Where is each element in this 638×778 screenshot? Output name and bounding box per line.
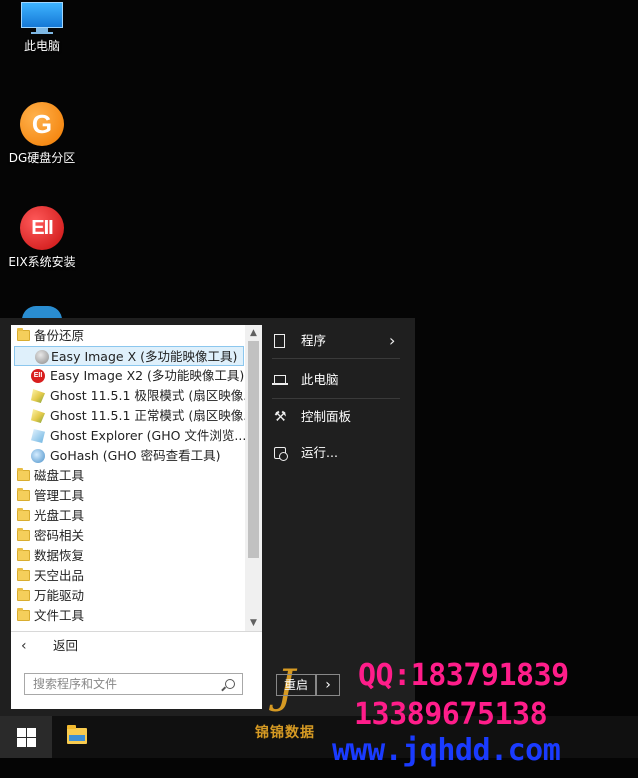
desktop-icon-dg[interactable]: G DG硬盘分区	[2, 102, 82, 166]
folder-icon	[17, 568, 30, 581]
file-explorer-button[interactable]	[60, 716, 96, 758]
ghost-icon	[31, 409, 45, 423]
eii-icon: EII	[31, 369, 45, 383]
laptop-icon	[272, 375, 288, 385]
restart-options-button[interactable]: ›	[316, 674, 340, 696]
folder-password[interactable]: 密码相关	[11, 526, 245, 546]
folder-drivers[interactable]: 万能驱动	[11, 586, 245, 606]
folder-icon	[17, 588, 30, 601]
folder-icon	[17, 608, 30, 621]
watermark-phone: 13389675138	[354, 697, 548, 732]
gohash-icon	[31, 449, 45, 463]
folder-icon	[17, 548, 30, 561]
chevron-right-icon: ›	[389, 331, 396, 350]
start-menu: 备份还原 Easy Image X (多功能映像工具) EII Easy Ima…	[0, 318, 415, 716]
folder-backup-restore[interactable]: 备份还原	[11, 326, 245, 346]
dg-icon: G	[20, 102, 64, 146]
watermark-qq: QQ:183791839	[358, 658, 569, 693]
desktop-icon-this-pc[interactable]: 此电脑	[2, 2, 82, 54]
scroll-thumb[interactable]	[248, 341, 259, 558]
folder-icon	[17, 508, 30, 521]
folder-icon	[17, 468, 30, 481]
separator	[272, 358, 400, 359]
desktop-icon-eix[interactable]: EII EIX系统安装	[2, 206, 82, 270]
scroll-up-icon[interactable]: ▲	[245, 325, 262, 341]
run-button[interactable]: 运行...	[262, 441, 402, 465]
list-item-easy-image-x2[interactable]: EII Easy Image X2 (多功能映像工具)	[11, 366, 245, 386]
list-item-ghost-explorer[interactable]: Ghost Explorer (GHO 文件浏览...	[11, 426, 245, 446]
folder-disc-tools[interactable]: 光盘工具	[11, 506, 245, 526]
folder-admin-tools[interactable]: 管理工具	[11, 486, 245, 506]
start-right-panel: 程序 › 此电脑 ⚒ 控制面板 运行...	[262, 318, 415, 716]
programs-button[interactable]: 程序 ›	[262, 329, 402, 353]
back-button[interactable]: ‹ 返回	[11, 635, 262, 657]
separator	[272, 398, 400, 399]
windows-logo-icon	[17, 728, 36, 747]
ghost-icon	[31, 389, 45, 403]
ghost-explorer-icon	[31, 429, 45, 443]
divider	[11, 631, 262, 632]
desktop-icon-label: DG硬盘分区	[8, 151, 76, 165]
search-icon[interactable]	[225, 679, 235, 689]
scrollbar[interactable]: ▲ ▼	[245, 325, 262, 631]
folder-file-tools[interactable]: 文件工具	[11, 606, 245, 626]
wrench-icon: ⚒	[274, 409, 287, 425]
list-item-ghost-normal[interactable]: Ghost 11.5.1 正常模式 (扇区映像...	[11, 406, 245, 426]
back-label: 返回	[53, 638, 79, 653]
list-item-gohash[interactable]: GoHash (GHO 密码查看工具)	[11, 446, 245, 466]
document-icon	[274, 334, 285, 348]
start-button[interactable]	[0, 716, 52, 758]
run-icon	[274, 447, 288, 461]
this-pc-button[interactable]: 此电脑	[262, 368, 402, 392]
folder-open-icon	[17, 328, 30, 341]
folder-icon	[17, 528, 30, 541]
eix-icon: EII	[20, 206, 64, 250]
easy-image-icon	[35, 350, 49, 364]
back-arrow-icon: ‹	[21, 638, 27, 654]
list-item-ghost-extreme[interactable]: Ghost 11.5.1 极限模式 (扇区映像...	[11, 386, 245, 406]
folder-data-recovery[interactable]: 数据恢复	[11, 546, 245, 566]
scroll-down-icon[interactable]: ▼	[245, 615, 262, 631]
folder-tiankong[interactable]: 天空出品	[11, 566, 245, 586]
desktop-icon-label: 此电脑	[23, 39, 60, 53]
program-tree: 备份还原 Easy Image X (多功能映像工具) EII Easy Ima…	[11, 325, 245, 631]
computer-icon	[21, 2, 63, 34]
watermark-url: www.jqhdd.com	[332, 733, 561, 768]
watermark-brand: 锦锦数据	[255, 725, 315, 741]
restart-button[interactable]: 重启	[276, 674, 316, 696]
programs-panel: 备份还原 Easy Image X (多功能映像工具) EII Easy Ima…	[11, 325, 262, 709]
control-panel-button[interactable]: ⚒ 控制面板	[262, 405, 402, 429]
folder-disk-tools[interactable]: 磁盘工具	[11, 466, 245, 486]
folder-icon	[17, 488, 30, 501]
search-placeholder: 搜索程序和文件	[33, 677, 118, 691]
folder-icon	[67, 725, 87, 744]
search-input[interactable]: 搜索程序和文件	[24, 673, 243, 695]
desktop-icon-label: EIX系统安装	[8, 255, 76, 269]
list-item-easy-image-x[interactable]: Easy Image X (多功能映像工具)	[14, 346, 244, 366]
